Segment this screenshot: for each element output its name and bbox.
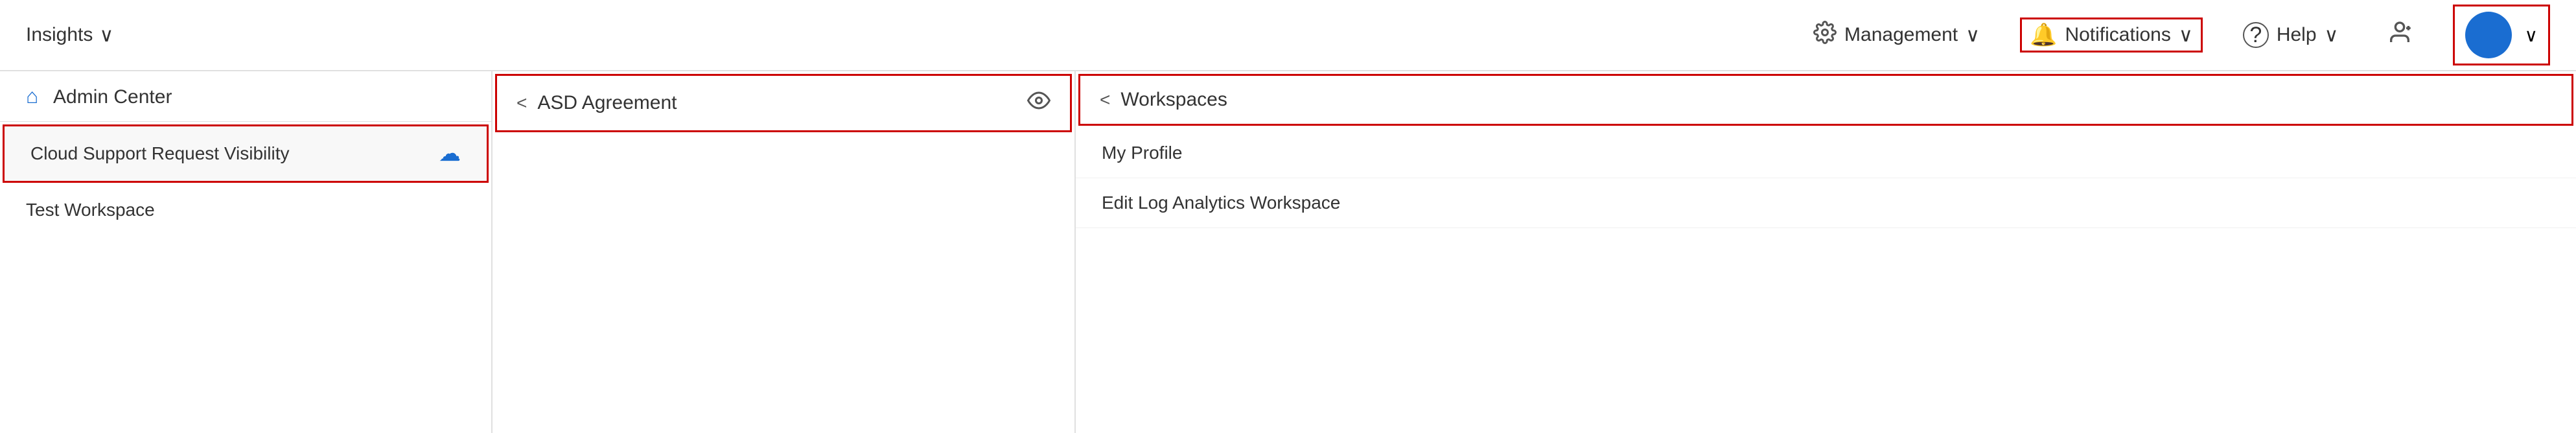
user-nav[interactable] xyxy=(2379,14,2420,56)
insights-label: Insights xyxy=(26,24,93,46)
home-icon: ⌂ xyxy=(26,84,38,108)
asd-agreement-title: ASD Agreement xyxy=(537,92,1017,114)
top-bar: Insights ∨ Management ∨ 🔔 Notifications … xyxy=(0,0,2576,71)
management-label: Management xyxy=(1844,24,1958,46)
user-chevron: ∨ xyxy=(2525,25,2538,46)
workspaces-header[interactable]: < Workspaces xyxy=(1078,74,2573,126)
right-panel: < Workspaces My Profile Edit Log Analyti… xyxy=(1076,71,2576,433)
left-panel: ⌂ Admin Center Cloud Support Request Vis… xyxy=(0,71,493,433)
cloud-support-request-item[interactable]: Cloud Support Request Visibility ☁ xyxy=(3,124,489,183)
eye-icon xyxy=(1027,89,1050,117)
admin-center-header: ⌂ Admin Center xyxy=(0,71,491,122)
help-label: Help xyxy=(2277,24,2317,46)
my-profile-item[interactable]: My Profile xyxy=(1076,128,2576,178)
help-nav[interactable]: ? Help ∨ xyxy=(2235,17,2347,53)
middle-panel: < ASD Agreement xyxy=(493,71,1076,433)
my-profile-label: My Profile xyxy=(1102,143,1182,163)
test-workspace-item[interactable]: Test Workspace xyxy=(0,185,491,235)
edit-log-analytics-label: Edit Log Analytics Workspace xyxy=(1102,193,1340,213)
notifications-chevron: ∨ xyxy=(2179,24,2193,47)
asd-agreement-header[interactable]: < ASD Agreement xyxy=(495,74,1072,132)
cloud-icon: ☁ xyxy=(439,141,461,167)
insights-nav[interactable]: Insights ∨ xyxy=(26,24,1805,47)
top-bar-nav: Management ∨ 🔔 Notifications ∨ ? Help ∨ xyxy=(1805,5,2550,65)
gear-icon xyxy=(1813,21,1837,49)
notifications-nav[interactable]: 🔔 Notifications ∨ xyxy=(2020,18,2203,53)
avatar xyxy=(2465,12,2512,58)
notifications-label: Notifications xyxy=(2065,24,2170,46)
workspaces-title: Workspaces xyxy=(1120,89,1227,111)
top-bar-left: Insights ∨ xyxy=(26,24,1805,47)
user-icon xyxy=(2387,19,2413,51)
insights-chevron: ∨ xyxy=(99,24,113,47)
test-workspace-label: Test Workspace xyxy=(26,200,155,220)
workspaces-back-chevron: < xyxy=(1100,89,1110,110)
asd-back-chevron: < xyxy=(516,93,527,113)
management-nav[interactable]: Management ∨ xyxy=(1805,16,1988,54)
edit-log-analytics-item[interactable]: Edit Log Analytics Workspace xyxy=(1076,178,2576,228)
user-avatar-area[interactable]: ∨ xyxy=(2453,5,2551,65)
management-chevron: ∨ xyxy=(1966,24,1980,47)
cloud-support-label: Cloud Support Request Visibility xyxy=(30,143,289,164)
help-icon: ? xyxy=(2243,22,2269,48)
bell-icon: 🔔 xyxy=(2030,22,2057,48)
admin-center-label: Admin Center xyxy=(53,86,172,108)
main-content: ⌂ Admin Center Cloud Support Request Vis… xyxy=(0,71,2576,433)
help-chevron: ∨ xyxy=(2325,24,2339,47)
